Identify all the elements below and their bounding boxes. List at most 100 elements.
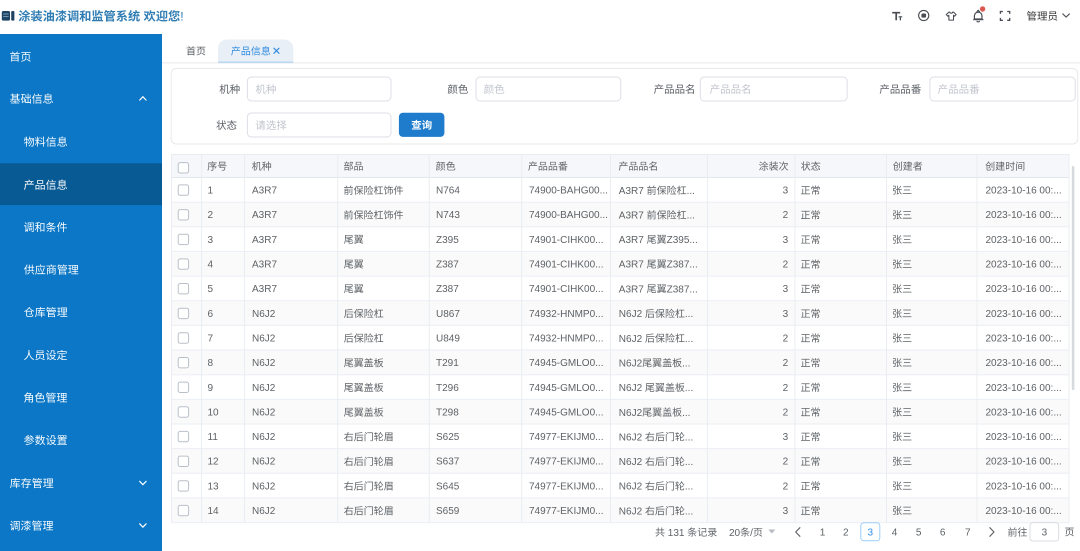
- svg-text:74977-EKIJM0...: 74977-EKIJM0...: [529, 457, 603, 468]
- svg-text:N6J2: N6J2: [252, 457, 276, 468]
- svg-text:74900-BAHG00...: 74900-BAHG00...: [529, 186, 608, 197]
- svg-text:74901-CIHK00...: 74901-CIHK00...: [529, 260, 604, 271]
- svg-text:5: 5: [916, 527, 922, 538]
- svg-text:2: 2: [783, 260, 789, 271]
- svg-text:2: 2: [843, 527, 849, 538]
- svg-text:...: ...: [687, 211, 695, 222]
- svg-text:7: 7: [208, 334, 214, 345]
- svg-text:N6J2: N6J2: [619, 359, 643, 370]
- svg-text:N6J2: N6J2: [252, 358, 276, 369]
- svg-text:2023-10-16 00:...: 2023-10-16 00:...: [986, 358, 1062, 369]
- svg-text:A3R7: A3R7: [252, 235, 277, 246]
- svg-text:3: 3: [1042, 527, 1048, 538]
- svg-text:2023-10-16 00:...: 2023-10-16 00:...: [986, 309, 1062, 320]
- svg-text:74977-EKIJM0...: 74977-EKIJM0...: [529, 481, 603, 492]
- svg-text:T291: T291: [436, 358, 459, 369]
- svg-text:N6J2: N6J2: [619, 432, 643, 443]
- svg-text:...: ...: [685, 383, 693, 394]
- svg-text:9: 9: [208, 383, 214, 394]
- svg-text:2: 2: [783, 210, 789, 221]
- svg-text:N764: N764: [436, 186, 460, 197]
- svg-text:S659: S659: [436, 506, 460, 517]
- svg-text:A3R7: A3R7: [619, 260, 644, 271]
- svg-text:3: 3: [868, 527, 874, 538]
- svg-text:Z387: Z387: [436, 260, 459, 271]
- svg-text:2023-10-16 00:...: 2023-10-16 00:...: [986, 260, 1062, 271]
- svg-text:131: 131: [668, 528, 685, 539]
- svg-text:2023-10-16 00:...: 2023-10-16 00:...: [986, 334, 1062, 345]
- svg-text:3: 3: [783, 432, 789, 443]
- svg-text:N6J2: N6J2: [252, 334, 276, 345]
- svg-text:N6J2: N6J2: [619, 482, 643, 493]
- svg-text:1: 1: [208, 186, 214, 197]
- svg-text:7: 7: [965, 527, 971, 538]
- svg-text:74932-HNMP0...: 74932-HNMP0...: [529, 309, 603, 320]
- svg-text:A3R7: A3R7: [619, 235, 644, 246]
- svg-text:2: 2: [783, 481, 789, 492]
- svg-text:S625: S625: [436, 432, 460, 443]
- svg-text:20: 20: [729, 528, 741, 539]
- svg-text:74945-GMLO0...: 74945-GMLO0...: [529, 407, 603, 418]
- svg-text:U867: U867: [436, 309, 460, 320]
- svg-text:14: 14: [208, 506, 220, 517]
- svg-text:...: ...: [685, 506, 693, 517]
- svg-text:N6J2: N6J2: [619, 506, 643, 517]
- svg-text:/: /: [750, 528, 753, 539]
- svg-text:74945-GMLO0...: 74945-GMLO0...: [529, 383, 603, 394]
- svg-text:3: 3: [783, 186, 789, 197]
- svg-text:2023-10-16 00:...: 2023-10-16 00:...: [986, 284, 1062, 295]
- svg-text:...: ...: [685, 432, 693, 443]
- svg-text:2023-10-16 00:...: 2023-10-16 00:...: [986, 506, 1062, 517]
- svg-text:5: 5: [208, 284, 214, 295]
- svg-text:2023-10-16 00:...: 2023-10-16 00:...: [986, 407, 1062, 418]
- svg-text:T296: T296: [436, 383, 459, 394]
- svg-text:S645: S645: [436, 481, 460, 492]
- svg-text:3: 3: [783, 506, 789, 517]
- svg-text:74901-CIHK00...: 74901-CIHK00...: [529, 284, 604, 295]
- svg-text:13: 13: [208, 481, 220, 492]
- svg-text:2: 2: [783, 358, 789, 369]
- svg-text:N6J2: N6J2: [252, 383, 276, 394]
- svg-text:N6J2: N6J2: [252, 432, 276, 443]
- svg-text:Z395: Z395: [436, 235, 459, 246]
- svg-text:3: 3: [783, 235, 789, 246]
- svg-text:N743: N743: [436, 210, 460, 221]
- svg-text:2: 2: [783, 407, 789, 418]
- svg-text:6: 6: [940, 527, 946, 538]
- svg-text:A3R7: A3R7: [619, 284, 644, 295]
- svg-text:...: ...: [687, 186, 695, 197]
- svg-text:T298: T298: [436, 407, 459, 418]
- svg-text:3: 3: [783, 284, 789, 295]
- svg-text:74977-EKIJM0...: 74977-EKIJM0...: [529, 506, 603, 517]
- svg-text:1: 1: [820, 527, 826, 538]
- svg-text:74932-HNMP0...: 74932-HNMP0...: [529, 334, 603, 345]
- svg-text:2023-10-16 00:...: 2023-10-16 00:...: [986, 383, 1062, 394]
- svg-text:!: !: [180, 10, 183, 24]
- svg-text:...: ...: [685, 482, 693, 493]
- svg-text:74901-CIHK00...: 74901-CIHK00...: [529, 235, 604, 246]
- svg-text:A3R7: A3R7: [252, 210, 277, 221]
- svg-text:4: 4: [208, 260, 214, 271]
- svg-text:N6J2: N6J2: [619, 457, 643, 468]
- svg-text:2: 2: [208, 210, 214, 221]
- svg-text:...: ...: [685, 334, 693, 345]
- svg-text:Z395...: Z395...: [667, 235, 698, 246]
- svg-text:A3R7: A3R7: [252, 260, 277, 271]
- svg-text:N6J2: N6J2: [252, 407, 276, 418]
- svg-text:2023-10-16 00:...: 2023-10-16 00:...: [986, 235, 1062, 246]
- svg-text:3: 3: [783, 309, 789, 320]
- svg-text:2023-10-16 00:...: 2023-10-16 00:...: [986, 457, 1062, 468]
- svg-text:2023-10-16 00:...: 2023-10-16 00:...: [986, 210, 1062, 221]
- svg-text:N6J2: N6J2: [619, 383, 643, 394]
- svg-text:2023-10-16 00:...: 2023-10-16 00:...: [986, 481, 1062, 492]
- svg-text:N6J2: N6J2: [619, 334, 643, 345]
- svg-text:2: 2: [783, 383, 789, 394]
- svg-text:Z387: Z387: [436, 284, 459, 295]
- svg-text:N6J2: N6J2: [252, 506, 276, 517]
- svg-text:74945-GMLO0...: 74945-GMLO0...: [529, 358, 603, 369]
- svg-text:N6J2: N6J2: [619, 309, 643, 320]
- svg-text:...: ...: [685, 457, 693, 468]
- svg-text:11: 11: [208, 432, 219, 443]
- svg-text:Z387...: Z387...: [667, 284, 698, 295]
- svg-text:Z387...: Z387...: [667, 260, 698, 271]
